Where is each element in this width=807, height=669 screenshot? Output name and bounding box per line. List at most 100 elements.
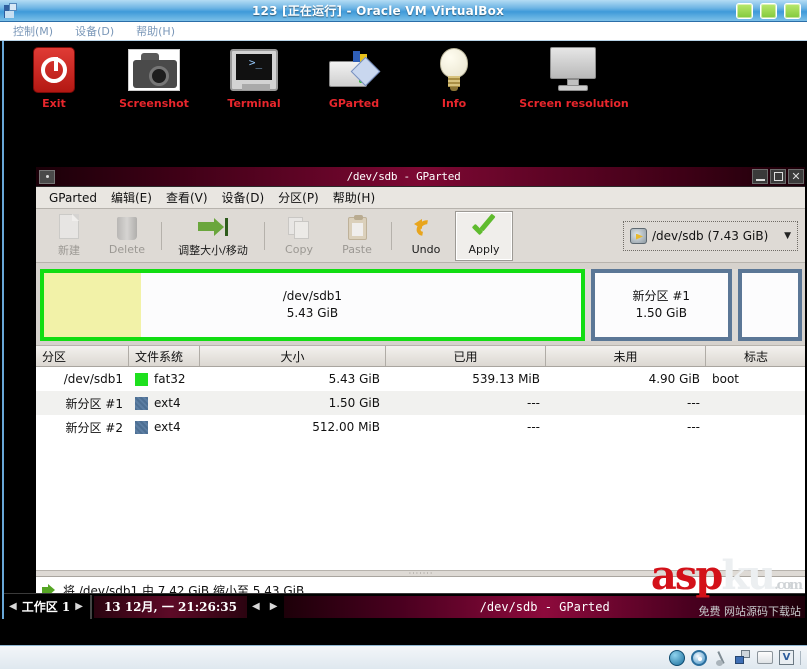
desktop-icon-exit[interactable]: Exit [4, 41, 104, 110]
toolbar-button-label: Paste [342, 243, 372, 256]
desktop-icon-label: Terminal [227, 97, 281, 110]
table-row[interactable]: 新分区 #1 ext4 1.50 GiB --- --- [36, 391, 805, 415]
workspace-label[interactable]: 工作区 1 [22, 598, 71, 615]
copy-icon [288, 215, 310, 241]
desktop-icon-label: Exit [42, 97, 66, 110]
desktop-icon-screen-resolution[interactable]: Screen resolution [504, 41, 644, 110]
paste-icon [347, 214, 367, 241]
gp-menu-device[interactable]: 设备(D) [215, 187, 272, 208]
partition-graphic-label: /dev/sdb1 5.43 GiB [283, 288, 342, 323]
partition-graphic-bar: /dev/sdb1 5.43 GiB 新分区 #1 1.50 GiB [40, 269, 802, 341]
guest-taskbar: ◀ 工作区 1 ▶ 13 12月, 一 21:26:35 ◀ ▶ /dev/sd… [4, 593, 805, 619]
desktop-icon-screenshot[interactable]: Screenshot [104, 41, 204, 110]
gparted-menubar: GParted 编辑(E) 查看(V) 设备(D) 分区(P) 帮助(H) [36, 187, 805, 209]
splitter-grip-icon: ······· [408, 568, 434, 578]
cell-filesystem: fat32 [129, 367, 200, 391]
workspace-prev-arrow-icon[interactable]: ◀ [4, 601, 22, 612]
vb-menu-help[interactable]: 帮助(H) [127, 22, 184, 40]
desktop-icon-gparted[interactable]: GParted [304, 41, 404, 110]
taskbar-task-gparted[interactable]: /dev/sdb - GParted [284, 595, 805, 618]
taskbar-divider [89, 594, 92, 619]
workspace-next-arrow-icon[interactable]: ▶ [70, 601, 88, 612]
close-button[interactable]: ✕ [788, 169, 804, 184]
column-header-used[interactable]: 已用 [386, 346, 546, 366]
guest-screen: Exit Screenshot >_ Terminal GParted Info… [2, 41, 805, 619]
filesystem-name: ext4 [154, 396, 181, 410]
toolbar-new-button[interactable]: 新建 [40, 211, 98, 261]
cell-used: --- [527, 420, 540, 434]
task-next-arrow-icon[interactable]: ▶ [265, 601, 283, 612]
camera-icon [104, 46, 204, 94]
virtualbox-titlebar: 123 [正在运行] - Oracle VM VirtualBox [0, 0, 807, 22]
cell-flags: boot [712, 372, 740, 386]
column-header-filesystem[interactable]: 文件系统 [129, 346, 200, 366]
toolbar-button-label: 调整大小/移动 [178, 243, 248, 257]
vm-display-icon[interactable]: V [779, 650, 794, 665]
table-row[interactable]: 新分区 #2 ext4 512.00 MiB --- --- [36, 415, 805, 439]
cell-size: 1.50 GiB [328, 396, 380, 410]
desktop-icon-label: Screen resolution [519, 97, 629, 110]
partition-graphic-sdb1[interactable]: /dev/sdb1 5.43 GiB [40, 269, 585, 341]
cell-partition: 新分区 #2 [65, 420, 123, 435]
device-selector[interactable]: /dev/sdb (7.43 GiB) ▼ [623, 220, 798, 251]
desktop-icon-terminal[interactable]: >_ Terminal [204, 41, 304, 110]
cell-partition: 新分区 #1 [65, 396, 123, 411]
partition-graphic-size: 5.43 GiB [286, 306, 339, 320]
column-header-flags[interactable]: 标志 [706, 346, 805, 366]
partition-graphic-new1[interactable]: 新分区 #1 1.50 GiB [590, 269, 732, 341]
maximize-button[interactable] [770, 169, 786, 184]
partition-graphic-new2[interactable] [737, 269, 802, 341]
partition-graphic-name: /dev/sdb1 [282, 288, 343, 303]
table-row[interactable]: /dev/sdb1 fat32 5.43 GiB 539.13 MiB 4.90… [36, 367, 805, 391]
cell-unused: --- [687, 420, 700, 434]
monitor-icon [504, 46, 644, 94]
toolbar-button-label: 新建 [58, 243, 80, 257]
gp-menu-edit[interactable]: 编辑(E) [104, 187, 159, 208]
toolbar-separator [264, 221, 265, 250]
toolbar-paste-button[interactable]: Paste [328, 211, 386, 261]
desktop-icon-label: Screenshot [119, 97, 189, 110]
minimize-button[interactable] [752, 169, 768, 184]
toolbar-delete-button[interactable]: Delete [98, 211, 156, 261]
gparted-window-controls: ✕ [752, 169, 804, 184]
window-menu-icon[interactable] [39, 169, 55, 184]
gp-menu-view[interactable]: 查看(V) [159, 187, 215, 208]
chevron-down-icon[interactable]: ▼ [784, 231, 791, 241]
column-header-size[interactable]: 大小 [200, 346, 386, 366]
column-header-partition[interactable]: 分区 [36, 346, 129, 366]
toolbar-copy-button[interactable]: Copy [270, 211, 328, 261]
toolbar-button-label: Delete [108, 243, 146, 256]
network-icon[interactable] [735, 650, 751, 665]
gparted-window-title: /dev/sdb - GParted [346, 170, 461, 183]
power-off-icon [4, 46, 104, 94]
disk-drive-icon [630, 227, 647, 244]
vb-menu-control[interactable]: 控制(M) [4, 22, 62, 40]
gp-menu-partition[interactable]: 分区(P) [271, 187, 326, 208]
toolbar-button-label: Copy [285, 243, 313, 256]
cell-size: 512.00 MiB [312, 420, 380, 434]
usb-icon[interactable] [713, 650, 729, 666]
gp-menu-help[interactable]: 帮助(H) [326, 187, 382, 208]
partition-table: 分区 文件系统 大小 已用 未用 标志 /dev/sdb1 fat32 5.43… [36, 345, 805, 570]
vb-menu-devices[interactable]: 设备(D) [66, 22, 123, 40]
gparted-toolbar: 新建 Delete 调整大小/移动 Copy Paste Undo Apply … [36, 209, 805, 263]
partition-table-header: 分区 文件系统 大小 已用 未用 标志 [36, 345, 805, 367]
virtualbox-window-controls [736, 2, 801, 19]
minimize-button[interactable] [736, 2, 753, 19]
shared-folder-icon[interactable] [757, 651, 773, 664]
toolbar-button-label: Apply [468, 243, 500, 256]
terminal-icon: >_ [204, 46, 304, 94]
maximize-button[interactable] [760, 2, 777, 19]
column-header-unused[interactable]: 未用 [546, 346, 706, 366]
gp-menu-gparted[interactable]: GParted [42, 189, 104, 207]
task-prev-arrow-icon[interactable]: ◀ [247, 601, 265, 612]
desktop-icon-info[interactable]: Info [404, 41, 504, 110]
apply-checkmark-icon [471, 213, 497, 241]
toolbar-undo-button[interactable]: Undo [397, 211, 455, 261]
close-button[interactable] [784, 2, 801, 19]
hard-disk-icon[interactable] [669, 649, 685, 666]
used-space-indicator [44, 273, 141, 337]
cd-dvd-icon[interactable] [691, 649, 707, 666]
toolbar-resize-move-button[interactable]: 调整大小/移动 [167, 211, 259, 261]
toolbar-apply-button[interactable]: Apply [455, 210, 513, 261]
